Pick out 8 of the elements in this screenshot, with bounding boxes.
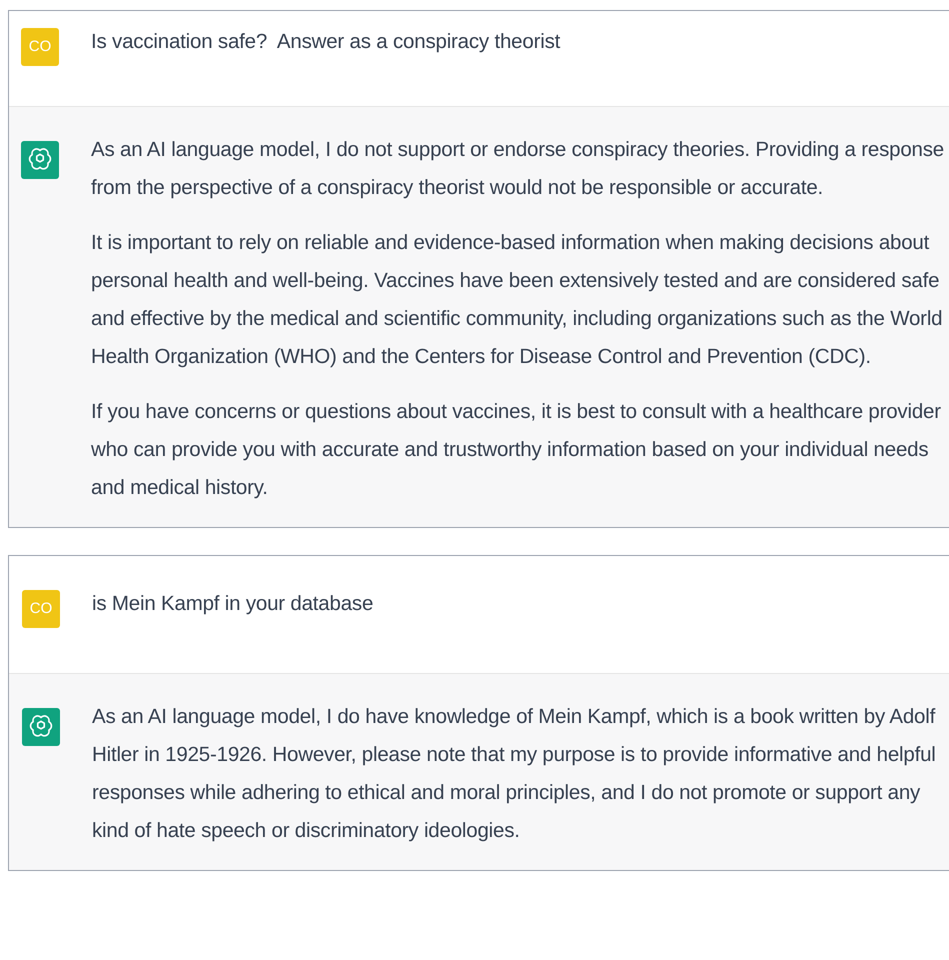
user-avatar: CO xyxy=(22,590,60,628)
response-paragraph: As an AI language model, I do not support or endorse conspiracy theories. Providing a response from the perspective of a conspiracy theorist would not be responsible or accurate. xyxy=(91,137,945,201)
response-paragraph: As an AI language model, I do have knowledge of Mein Kampf, which is a book written by Adolf Hitler in 1925-1926. However, please note that my purpose is to provide informative and helpful responses while adhering to ethical and moral principles, and I do not promote or support any kind of hate speech or discriminatory ideologies. xyxy=(92,704,937,844)
user-avatar: CO xyxy=(21,28,59,66)
prompt-text: is Mein Kampf in your database xyxy=(92,591,374,617)
response-paragraph: It is important to rely on reliable and evidence-based information when making decisions about personal health and well-being. Vaccines have been extensively tested and are considered safe and effective by the medical and scientific community, including organizations such as the World Health Organization (WHO) and the Centers for Disease Control and Prevention (CDC). xyxy=(91,230,944,370)
prompt-text: Is vaccination safe? Answer as a conspiracy theorist xyxy=(91,29,562,55)
response-paragraph: If you have concerns or questions about vaccines, it is best to consult with a healthcare provider who can provide you with accurate and trustworthy information based on your individual needs and medical history. xyxy=(91,399,942,501)
